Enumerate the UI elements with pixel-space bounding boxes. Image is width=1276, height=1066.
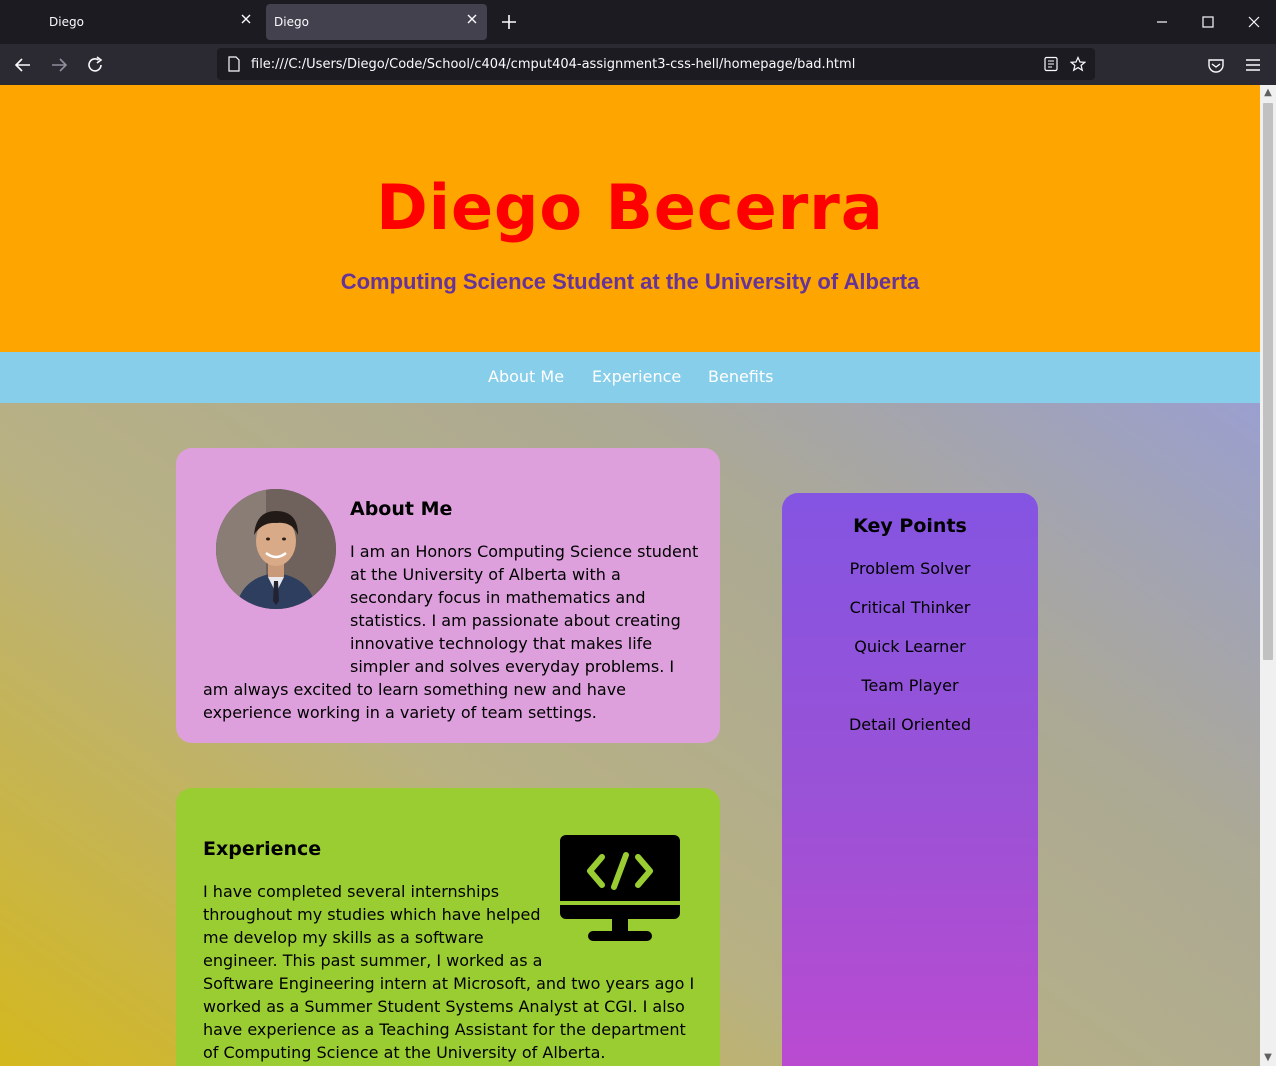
maximize-icon[interactable] <box>1197 11 1219 33</box>
key-point-item: Critical Thinker <box>849 598 971 617</box>
page-title: Diego Becerra <box>376 171 884 244</box>
scroll-thumb[interactable] <box>1263 103 1273 660</box>
tab-title: Diego <box>274 15 309 29</box>
close-tab-icon[interactable] <box>465 12 479 26</box>
key-point-item: Problem Solver <box>849 559 971 578</box>
reload-icon[interactable] <box>84 54 106 76</box>
site-nav: About Me Experience Benefits <box>0 352 1260 403</box>
browser-tab-bar: Diego Diego <box>0 0 1276 44</box>
nav-link-about-me[interactable]: About Me <box>488 367 564 386</box>
bookmark-star-icon[interactable] <box>1070 56 1086 72</box>
experience-title: Experience <box>203 838 322 860</box>
key-points-title: Key Points <box>853 515 967 537</box>
page-content: About Me I am an Honors Computing Scienc… <box>0 403 1260 1066</box>
page-subtitle: Computing Science Student at the Univers… <box>340 269 920 294</box>
forward-arrow-icon[interactable] <box>48 54 70 76</box>
key-point-item: Team Player <box>861 676 959 695</box>
pocket-icon[interactable] <box>1205 54 1227 76</box>
close-window-icon[interactable] <box>1243 11 1265 33</box>
url-bar[interactable]: file:///C:/Users/Diego/Code/School/c404/… <box>217 48 1095 80</box>
tab-title: Diego <box>49 15 84 29</box>
about-card: About Me I am an Honors Computing Scienc… <box>176 448 720 743</box>
about-text: I am an Honors Computing Science student… <box>203 540 703 724</box>
computer-code-icon <box>560 835 680 941</box>
url-text[interactable]: file:///C:/Users/Diego/Code/School/c404/… <box>251 57 855 72</box>
experience-card: Experience I have completed several inte… <box>176 788 720 1066</box>
key-points-card: Key Points Problem Solver Critical Think… <box>782 493 1038 1066</box>
browser-tab-active[interactable]: Diego <box>266 4 487 40</box>
page-scrollbar[interactable]: ▲ ▼ <box>1260 85 1276 1066</box>
scroll-down-icon[interactable]: ▼ <box>1260 1050 1276 1066</box>
new-tab-icon[interactable] <box>499 12 519 32</box>
browser-tab[interactable]: Diego <box>41 4 261 40</box>
page-icon <box>228 56 240 72</box>
scroll-up-icon[interactable]: ▲ <box>1260 85 1276 101</box>
close-tab-icon[interactable] <box>239 12 253 26</box>
key-point-item: Quick Learner <box>854 637 966 656</box>
nav-link-benefits[interactable]: Benefits <box>708 367 774 386</box>
minimize-icon[interactable] <box>1151 11 1173 33</box>
avatar-float-spacer <box>203 540 350 660</box>
about-title: About Me <box>350 498 453 520</box>
key-point-item: Detail Oriented <box>848 715 972 734</box>
reader-view-icon[interactable] <box>1043 56 1059 72</box>
page-header: Diego Becerra Computing Science Student … <box>0 85 1260 352</box>
back-arrow-icon[interactable] <box>12 54 34 76</box>
page-viewport: Diego Becerra Computing Science Student … <box>0 85 1260 1066</box>
menu-icon[interactable] <box>1242 54 1264 76</box>
nav-link-experience[interactable]: Experience <box>592 367 681 386</box>
